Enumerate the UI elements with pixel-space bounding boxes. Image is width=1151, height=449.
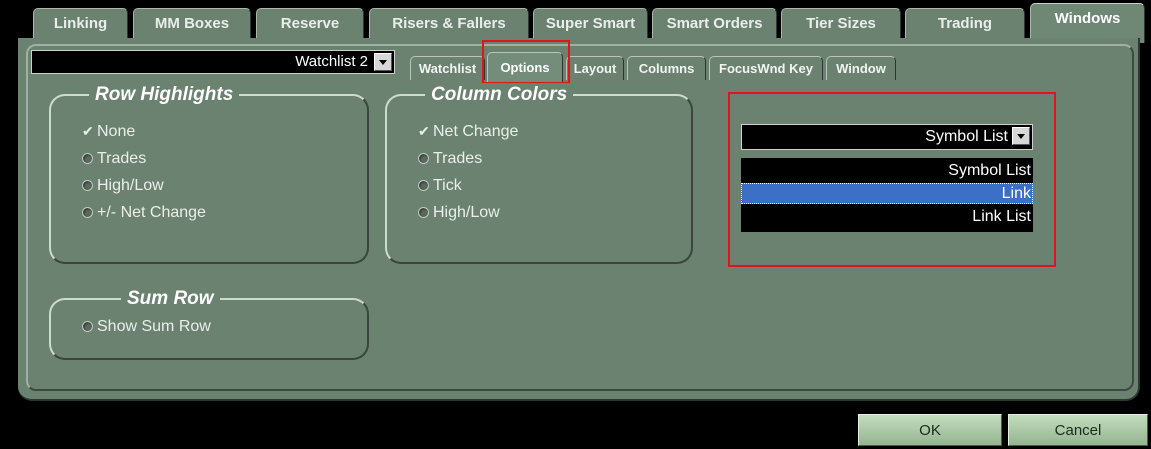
radio-icon xyxy=(418,180,429,191)
cancel-button[interactable]: Cancel xyxy=(1008,414,1148,446)
tab-trading[interactable]: Trading xyxy=(905,8,1025,42)
radio-icon xyxy=(82,153,93,164)
column-colors-title: Column Colors xyxy=(425,83,574,107)
option-label: +/- Net Change xyxy=(97,204,206,221)
tab-smart-orders[interactable]: Smart Orders xyxy=(652,8,777,42)
show-sum-row-option[interactable]: Show Sum Row xyxy=(82,318,211,336)
radio-icon xyxy=(418,207,429,218)
option-label: Show Sum Row xyxy=(97,318,211,335)
option-label: Trades xyxy=(433,150,483,167)
tab-windows[interactable]: Windows xyxy=(1030,3,1145,43)
option-label: Trades xyxy=(97,150,147,167)
tab-linking[interactable]: Linking xyxy=(33,8,128,42)
ok-button[interactable]: OK xyxy=(858,414,1002,446)
option-label: None xyxy=(97,123,136,140)
subtab-columns[interactable]: Columns xyxy=(627,56,706,80)
subtab-layout[interactable]: Layout xyxy=(566,56,624,80)
tab-risers-fallers[interactable]: Risers & Fallers xyxy=(369,8,529,42)
subtab-watchlist[interactable]: Watchlist xyxy=(410,56,485,80)
row-highlight-option-net-change[interactable]: +/- Net Change xyxy=(82,204,206,222)
dropdown-option-symbol-list[interactable]: Symbol List xyxy=(741,160,1033,181)
watchlist-select[interactable]: Watchlist 2 xyxy=(31,50,395,74)
symbol-list-select-value: Symbol List xyxy=(925,128,1008,145)
column-color-option-trades[interactable]: Trades xyxy=(418,150,482,168)
subtab-focuswnd-key[interactable]: FocusWnd Key xyxy=(709,56,823,80)
option-label: Tick xyxy=(433,177,462,194)
option-label: High/Low xyxy=(97,177,164,194)
column-color-option-net-change[interactable]: ✔ Net Change xyxy=(418,123,518,141)
option-label: High/Low xyxy=(433,204,500,221)
symbol-list-select[interactable]: Symbol List xyxy=(741,124,1033,150)
checkmark-icon: ✔ xyxy=(82,123,94,139)
subtab-options[interactable]: Options xyxy=(487,52,563,82)
chevron-down-icon[interactable] xyxy=(374,53,392,71)
tab-mm-boxes[interactable]: MM Boxes xyxy=(133,8,251,42)
top-tab-strip: Linking MM Boxes Reserve Risers & Faller… xyxy=(0,0,1151,43)
chevron-down-icon[interactable] xyxy=(1012,127,1030,145)
radio-icon xyxy=(82,321,93,332)
subtab-window[interactable]: Window xyxy=(826,56,896,80)
checkmark-icon: ✔ xyxy=(418,123,430,139)
column-color-option-high-low[interactable]: High/Low xyxy=(418,204,500,222)
radio-icon xyxy=(82,207,93,218)
row-highlight-option-trades[interactable]: Trades xyxy=(82,150,146,168)
watchlist-select-value: Watchlist 2 xyxy=(295,53,368,70)
symbol-list-dropdown: Symbol List Link Link List xyxy=(741,158,1033,232)
tab-reserve[interactable]: Reserve xyxy=(256,8,364,42)
dropdown-option-link-list[interactable]: Link List xyxy=(741,206,1033,227)
dropdown-option-link[interactable]: Link xyxy=(741,183,1033,204)
radio-icon xyxy=(82,180,93,191)
sum-row-title: Sum Row xyxy=(121,287,220,311)
column-color-option-tick[interactable]: Tick xyxy=(418,177,462,195)
row-highlight-option-high-low[interactable]: High/Low xyxy=(82,177,164,195)
option-label: Net Change xyxy=(433,123,519,140)
radio-icon xyxy=(418,153,429,164)
tab-tier-sizes[interactable]: Tier Sizes xyxy=(781,8,901,42)
tab-super-smart[interactable]: Super Smart xyxy=(533,8,648,42)
row-highlight-option-none[interactable]: ✔ None xyxy=(82,123,135,141)
row-highlights-title: Row Highlights xyxy=(89,83,240,107)
